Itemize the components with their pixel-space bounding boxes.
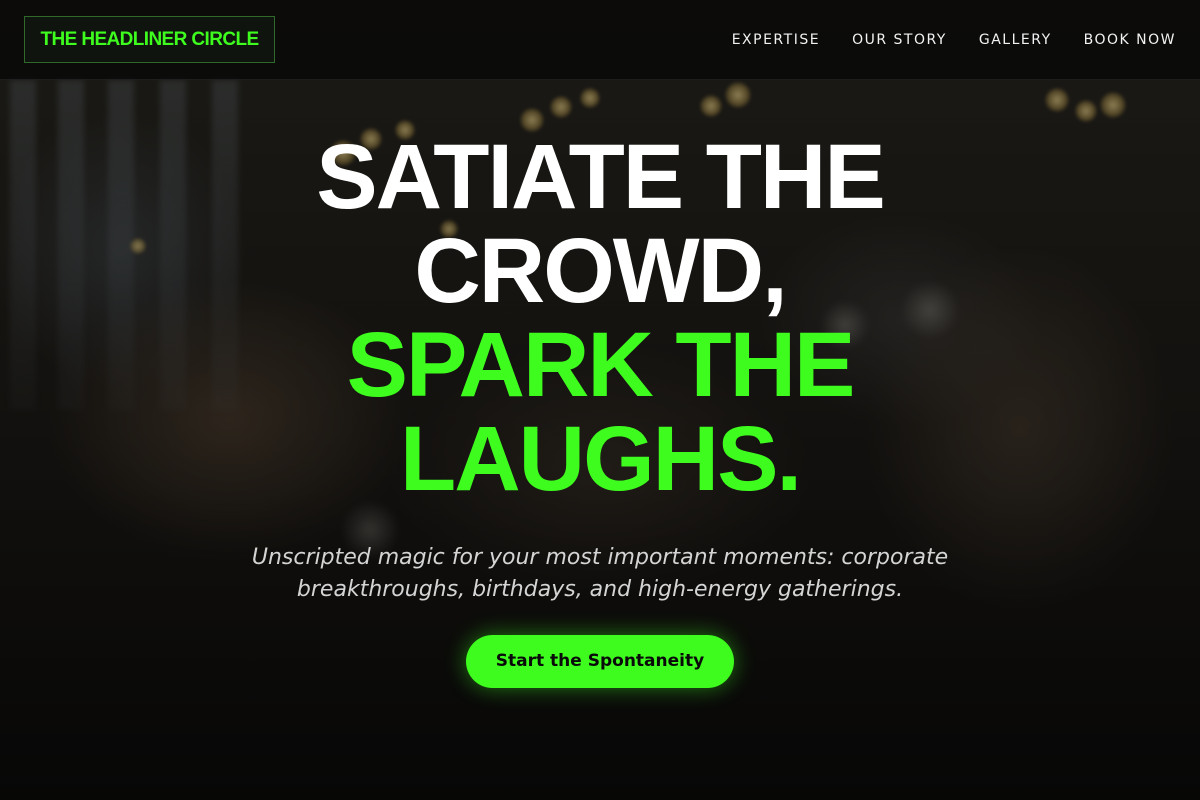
hero-headline: SATIATE THE CROWD, SPARK THE LAUGHS. <box>0 130 1200 506</box>
start-spontaneity-button[interactable]: Start the Spontaneity <box>466 635 734 688</box>
nav-expertise[interactable]: EXPERTISE <box>732 32 820 48</box>
nav-book-now[interactable]: BOOK NOW <box>1084 32 1176 48</box>
headline-line-3: SPARK THE <box>346 314 856 416</box>
hero-subtitle: Unscripted magic for your most important… <box>251 545 949 602</box>
main-nav: EXPERTISE OUR STORY GALLERY BOOK NOW <box>732 32 1176 48</box>
headline-line-1: SATIATE THE <box>316 126 885 228</box>
headline-line-2: CROWD, <box>414 220 787 322</box>
site-header: THE HEADLINER CIRCLE EXPERTISE OUR STORY… <box>0 0 1200 80</box>
nav-our-story[interactable]: OUR STORY <box>852 32 947 48</box>
headline-line-4: LAUGHS. <box>400 408 802 510</box>
logo[interactable]: THE HEADLINER CIRCLE <box>24 16 275 63</box>
nav-gallery[interactable]: GALLERY <box>979 32 1052 48</box>
hero-section: SATIATE THE CROWD, SPARK THE LAUGHS. Uns… <box>0 130 1200 688</box>
